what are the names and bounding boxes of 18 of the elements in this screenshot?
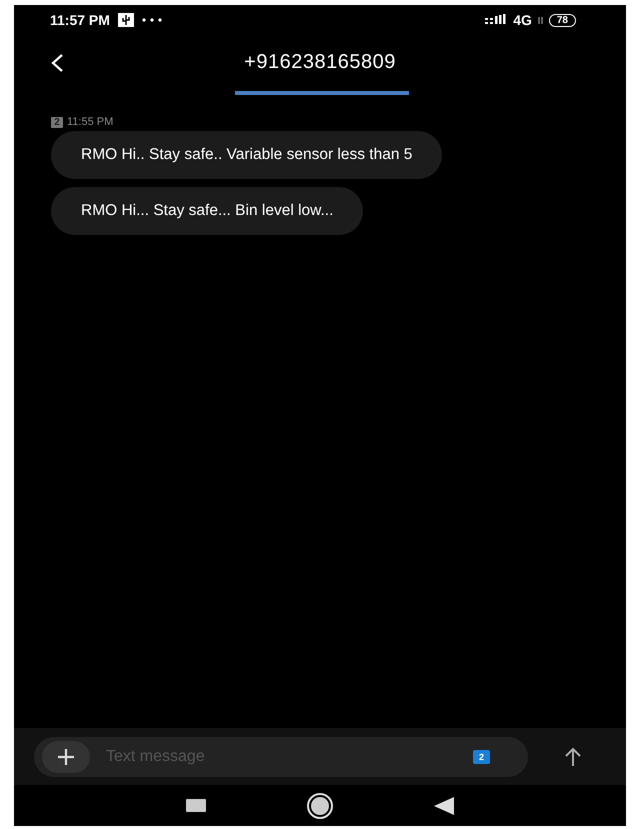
contact-number: +916238165809 (244, 51, 396, 74)
battery-level: 78 (548, 14, 576, 26)
message-time: 11:55 PM (67, 116, 114, 128)
message-bubble[interactable]: RMO Hi.. Stay safe.. Variable sensor less than 5 (51, 131, 442, 179)
back-nav-icon[interactable] (434, 796, 454, 814)
clock-time: 11:57 PM (50, 12, 110, 28)
sim-badge[interactable]: 2 (473, 750, 490, 764)
home-icon[interactable] (306, 792, 334, 820)
sim-badge: 2 (51, 116, 63, 128)
message-bubble[interactable]: RMO Hi... Stay safe... Bin level low... (51, 187, 364, 235)
plus-icon (57, 748, 75, 766)
send-icon[interactable] (564, 746, 582, 766)
usb-icon (118, 13, 134, 27)
back-icon[interactable] (50, 53, 64, 73)
network-type: 4G (513, 12, 532, 28)
more-icon (142, 18, 162, 22)
signal-icon (485, 14, 508, 26)
add-button[interactable] (42, 740, 90, 772)
